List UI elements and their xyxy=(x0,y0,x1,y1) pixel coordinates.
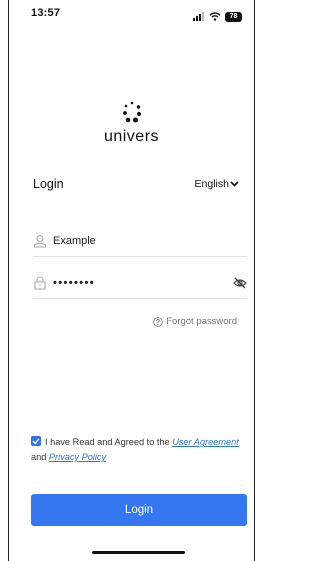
agreement-checkbox[interactable] xyxy=(31,436,41,446)
user-icon xyxy=(33,234,47,248)
agreement-and: and xyxy=(31,452,49,462)
status-time: 13:57 xyxy=(31,7,61,19)
status-icons: 78 xyxy=(193,8,242,26)
logo-dots-icon xyxy=(122,101,141,123)
battery-icon: 78 xyxy=(225,12,242,22)
privacy-policy-link[interactable]: Privacy Policy xyxy=(49,452,106,462)
checkmark-icon xyxy=(32,438,40,445)
password-value[interactable]: •••••••• xyxy=(53,277,233,289)
language-select[interactable]: English xyxy=(195,178,239,190)
username-value[interactable]: Example xyxy=(53,235,247,247)
lock-icon xyxy=(34,276,46,290)
status-bar: 13:57 78 xyxy=(9,0,254,28)
home-indicator xyxy=(92,551,185,554)
username-field[interactable]: Example xyxy=(33,226,247,257)
login-button[interactable]: Login xyxy=(31,494,247,526)
logo-text: univers xyxy=(103,128,160,145)
password-field[interactable]: •••••••• xyxy=(33,268,247,299)
language-label: English xyxy=(194,178,229,190)
help-circle-icon xyxy=(153,316,163,327)
user-agreement-link[interactable]: User Agreement xyxy=(172,437,239,447)
app-screen: 13:57 78 univers Login English Example •… xyxy=(8,0,255,561)
app-logo: univers xyxy=(9,100,254,146)
forgot-password-link[interactable]: Forgot password xyxy=(153,316,237,327)
agreement-prefix: I have Read and Agreed to the xyxy=(45,437,173,447)
chevron-down-icon xyxy=(230,181,239,187)
eye-off-icon[interactable] xyxy=(233,276,247,290)
login-title: Login xyxy=(33,177,64,191)
wifi-icon xyxy=(209,8,221,26)
signal-icon xyxy=(193,8,205,26)
agreement-row: I have Read and Agreed to the User Agree… xyxy=(31,435,249,465)
forgot-password-label: Forgot password xyxy=(166,316,237,327)
